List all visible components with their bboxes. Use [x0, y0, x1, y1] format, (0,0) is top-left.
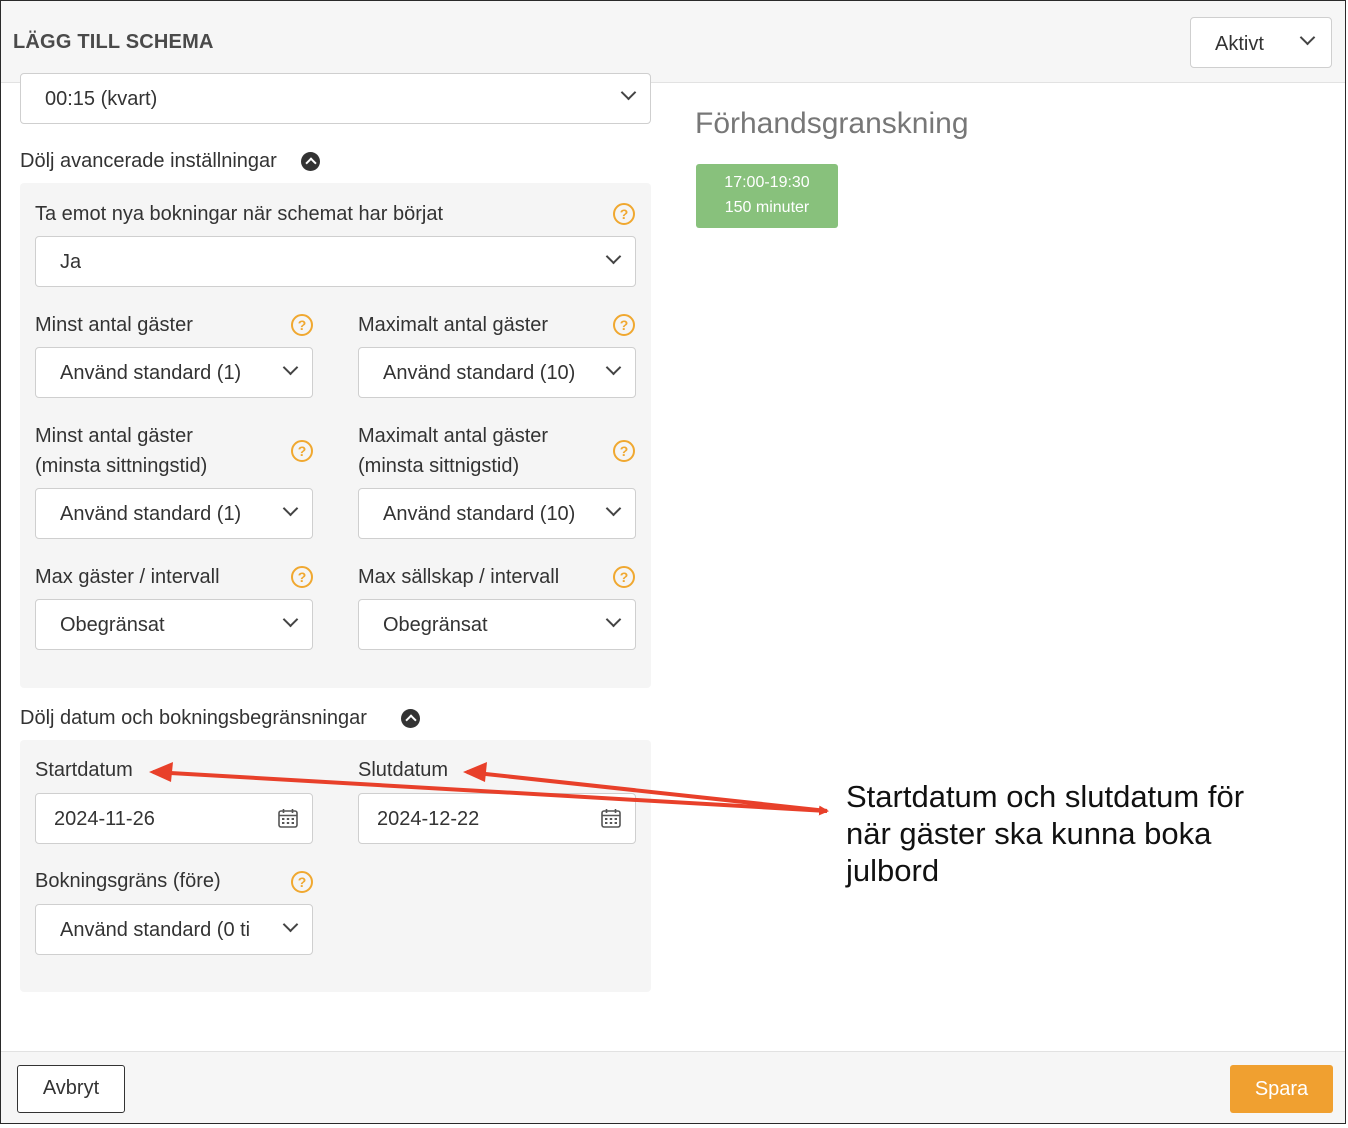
cancel-button[interactable]: Avbryt — [17, 1065, 125, 1113]
save-button[interactable]: Spara — [1230, 1065, 1333, 1113]
add-schedule-modal: LÄGG TILL SCHEMA Aktivt 00:15 (kvart) Dö… — [0, 0, 1346, 1124]
annotation-arrows — [149, 762, 829, 816]
arrowhead-end — [463, 762, 487, 782]
arrow-to-start-date — [152, 770, 829, 816]
arrowhead-start — [149, 762, 173, 782]
annotation-text: Startdatum och slutdatum för när gäster … — [846, 779, 1245, 888]
modal-footer: Avbryt Spara — [1, 1051, 1345, 1123]
